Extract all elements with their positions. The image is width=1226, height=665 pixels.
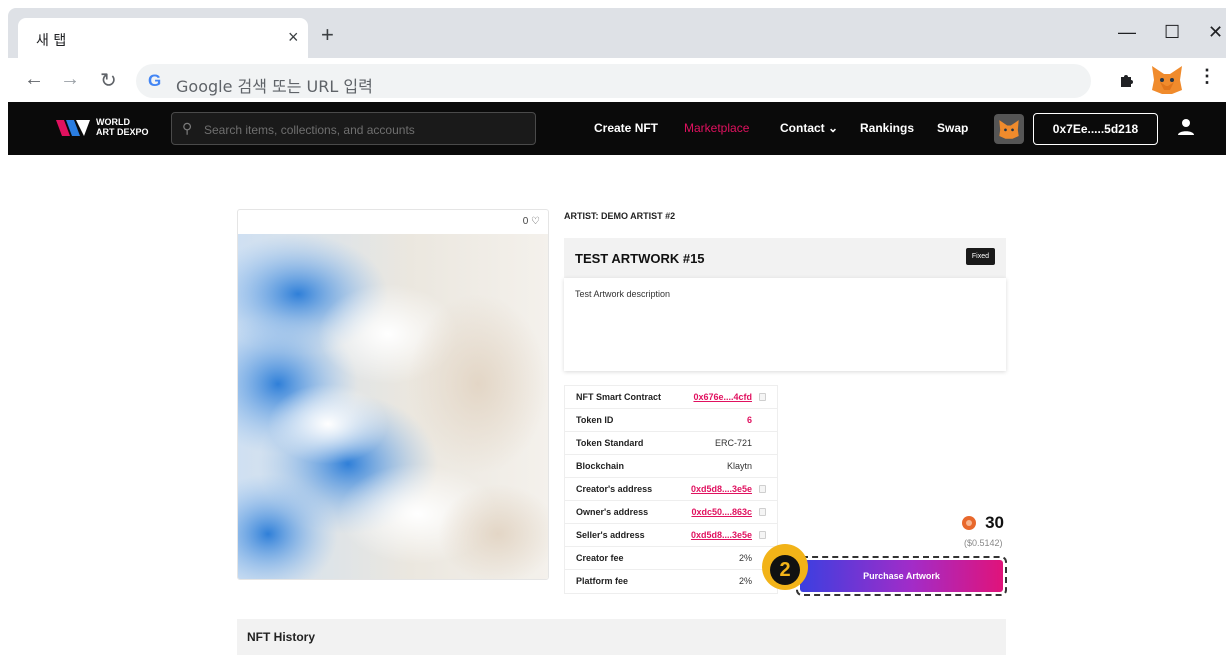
detail-row: Creator's address 0xd5d8....3e5e (565, 478, 777, 501)
detail-value[interactable]: 0xdc50....863c (691, 507, 752, 517)
like-count[interactable]: 0 ♡ (523, 216, 540, 227)
detail-row: Owner's address 0xdc50....863c (565, 501, 777, 524)
browser-toolbar: ← → ↻ G Google 검색 또는 URL 입력 ⋮ (8, 58, 1226, 102)
purchase-artwork-button[interactable]: Purchase Artwork (800, 560, 1003, 592)
artwork-title-bar: TEST ARTWORK #15 Fixed (564, 238, 1006, 278)
nft-history-section[interactable]: NFT History (237, 619, 1006, 655)
copy-icon[interactable] (759, 508, 766, 516)
detail-row: Blockchain Klaytn (565, 455, 777, 478)
detail-key: Owner's address (576, 507, 649, 517)
search-icon: ⚲ (182, 120, 193, 136)
detail-key: Seller's address (576, 530, 645, 540)
description-box: Test Artwork description (564, 278, 1006, 371)
user-icon[interactable] (1176, 117, 1196, 137)
nft-history-title: NFT History (247, 630, 316, 644)
artwork-card: 0 ♡ (237, 209, 549, 580)
search-input[interactable]: ⚲ Search items, collections, and account… (171, 112, 536, 145)
copy-icon[interactable] (759, 485, 766, 493)
tab-close-icon[interactable]: × (288, 27, 299, 48)
detail-key: Creator fee (576, 553, 624, 563)
maximize-button[interactable]: ☐ (1164, 22, 1180, 43)
detail-row: Platform fee 2% (565, 570, 777, 593)
artwork-title: TEST ARTWORK #15 (575, 251, 705, 266)
metamask-icon[interactable] (1150, 64, 1184, 96)
wallet-address-button[interactable]: 0x7Ee.....5d218 (1033, 113, 1158, 145)
detail-row: NFT Smart Contract 0x676e....4cfd (565, 386, 777, 409)
artwork-detail: 0 ♡ ARTIST: DEMO ARTIST #2 TEST ARTWORK … (8, 155, 1226, 665)
artwork-description: Test Artwork description (575, 289, 671, 299)
logo-text[interactable]: WORLD ART DEXPO (96, 117, 149, 137)
reload-icon[interactable]: ↻ (100, 68, 117, 93)
artwork-image[interactable] (238, 234, 549, 580)
tab-strip: 새 탭 × + — ☐ ✕ (8, 8, 1226, 58)
back-icon[interactable]: ← (24, 68, 44, 91)
sale-type-badge: Fixed (965, 248, 995, 265)
token-details-table: NFT Smart Contract 0x676e....4cfd Token ID… (564, 385, 778, 594)
detail-value[interactable]: 0x676e....4cfd (693, 392, 752, 402)
tab-new-tab[interactable]: 새 탭 × (18, 18, 308, 58)
logo-icon[interactable] (56, 118, 90, 138)
step-number: 2 (770, 555, 800, 585)
detail-value: 2% (738, 553, 752, 563)
address-bar[interactable]: G Google 검색 또는 URL 입력 (136, 64, 1091, 98)
address-placeholder: Google 검색 또는 URL 입력 (176, 77, 373, 96)
copy-icon[interactable] (759, 393, 766, 401)
search-placeholder: Search items, collections, and accounts (204, 123, 415, 137)
detail-row: Token ID 6 (565, 409, 777, 432)
detail-row: Seller's address 0xd5d8....3e5e (565, 524, 777, 547)
metamask-icon (999, 120, 1019, 139)
google-icon: G (148, 71, 162, 90)
extensions-icon[interactable] (1118, 70, 1138, 90)
step-badge: 2 (762, 544, 808, 590)
nav-contact[interactable]: Contact ⌄ (780, 121, 838, 135)
nav-rankings[interactable]: Rankings (860, 121, 914, 135)
close-window-button[interactable]: ✕ (1208, 22, 1223, 43)
detail-key: Platform fee (576, 576, 629, 586)
forward-icon[interactable]: → (60, 68, 80, 91)
detail-value: 2% (738, 576, 752, 586)
metamask-button[interactable] (994, 114, 1024, 144)
menu-icon[interactable]: ⋮ (1198, 66, 1216, 87)
copy-icon[interactable] (759, 531, 766, 539)
nav-create-nft[interactable]: Create NFT (594, 121, 658, 135)
artist-name[interactable]: ARTIST: DEMO ARTIST #2 (564, 211, 675, 221)
detail-key: Blockchain (576, 461, 625, 471)
detail-value[interactable]: 0xd5d8....3e5e (691, 484, 752, 494)
nav-marketplace[interactable]: Marketplace (684, 121, 749, 135)
price-usd: ($0.5142) (964, 538, 1003, 548)
detail-value[interactable]: 0xd5d8....3e5e (691, 530, 752, 540)
minimize-button[interactable]: — (1118, 22, 1136, 43)
detail-key: Token Standard (576, 438, 644, 448)
logo-line1: WORLD (96, 117, 130, 127)
new-tab-button[interactable]: + (321, 24, 334, 46)
nav-swap[interactable]: Swap (937, 121, 968, 135)
detail-row: Creator fee 2% (565, 547, 777, 570)
site-header: WORLD ART DEXPO ⚲ Search items, collecti… (8, 102, 1226, 155)
detail-row: Token Standard ERC-721 (565, 432, 777, 455)
klay-coin-icon (962, 516, 976, 530)
price-value: 30 (985, 513, 1004, 532)
tab-title: 새 탭 (36, 33, 67, 49)
detail-value: Klaytn (726, 461, 752, 471)
detail-value: 6 (746, 415, 752, 425)
logo-line2: ART DEXPO (96, 127, 149, 137)
detail-value: ERC-721 (714, 438, 752, 448)
browser-window: 새 탭 × + — ☐ ✕ ← → ↻ G Google 검색 또는 URL 입… (8, 8, 1226, 665)
detail-key: Creator's address (576, 484, 653, 494)
detail-key: NFT Smart Contract (576, 392, 662, 402)
detail-key: Token ID (576, 415, 614, 425)
